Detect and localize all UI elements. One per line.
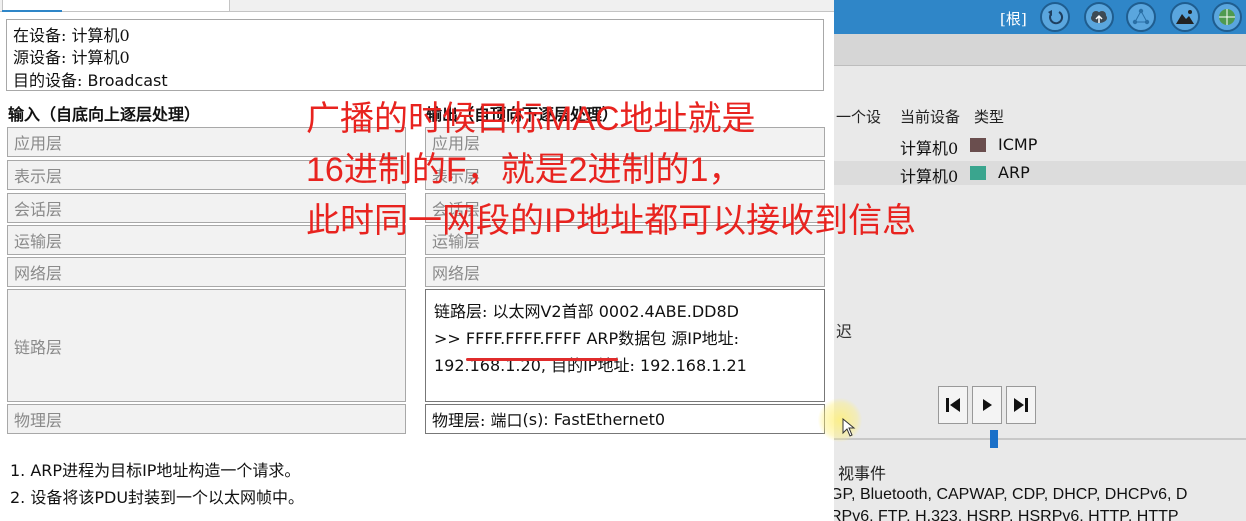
at-device-value: 计算机0: [71, 26, 130, 45]
ip-label: IP: [687, 329, 702, 348]
out-layer-link[interactable]: 链路层: 以太网V2首部 0002.4ABE.DD8D >> FFFF.FFFF…: [425, 289, 825, 402]
mouse-cursor-icon: [842, 418, 856, 437]
out-layer-presentation[interactable]: 表示层: [425, 160, 825, 190]
playback-controls: [938, 386, 1036, 426]
out-layer-transport[interactable]: 运输层: [425, 225, 825, 255]
out-layer-physical[interactable]: 物理层: 端口 (s): FastEthernet0: [425, 404, 825, 434]
source-device-label: 源设备:: [13, 48, 67, 67]
speed-slider-thumb[interactable]: [990, 430, 998, 448]
link-layer-label: 链路层: 以太网: [434, 302, 541, 321]
packet-label: 数据包 源: [618, 329, 688, 348]
physical-layer-label: 物理层: 端口: [432, 411, 523, 430]
event-row[interactable]: 计算机0 ICMP: [834, 133, 1246, 158]
event-type: ARP: [998, 163, 1030, 182]
event-color-swatch: [970, 166, 986, 180]
dest-device-label: 目的设备:: [13, 71, 83, 90]
address-label: 地址:: [701, 329, 740, 348]
forward-step-button[interactable]: [1006, 386, 1036, 424]
device-info-box: 在设备: 计算机0 源设备: 计算机0 目的设备: Broadcast: [6, 19, 824, 91]
play-button[interactable]: [972, 386, 1002, 424]
link-dest-line: >> FFFF.FFFF.FFFF ARP数据包 源IP地址:: [434, 325, 816, 352]
event-filter-list[interactable]: GP, Bluetooth, CAPWAP, CDP, DHCP, DHCPv6…: [834, 486, 1187, 504]
at-device-line: 在设备: 计算机0: [13, 22, 130, 46]
mountain-image-icon[interactable]: [1170, 2, 1200, 32]
source-mac: 0002.4ABE.DD8D: [598, 302, 739, 321]
simulation-panel: [根] 一个设 当前设备 类型 计算机0 ICMP 计算机0 ARP 迟 视事件…: [834, 0, 1246, 521]
in-layer-presentation[interactable]: 表示层: [7, 160, 406, 190]
event-row[interactable]: 计算机0 ARP: [834, 161, 1246, 186]
out-layers-header: 输出（自顶向下逐层处理）: [426, 105, 619, 124]
description-step-1: 1. ARP进程为目标IP地址构造一个请求。: [10, 461, 301, 480]
pdu-info-dialog: 在设备: 计算机0 源设备: 计算机0 目的设备: Broadcast 输入（自…: [0, 0, 834, 521]
description-step-2: 2. 设备将该PDU封装到一个以太网帧中。: [10, 488, 305, 507]
dest-device-value: Broadcast: [87, 71, 168, 90]
physical-port: (s): FastEthernet0: [522, 409, 666, 429]
col-last-device[interactable]: 一个设: [836, 106, 881, 127]
event-filter-title: 视事件: [838, 464, 887, 483]
link-header-line: 链路层: 以太网V2首部 0002.4ABE.DD8D: [434, 298, 816, 325]
in-layer-session[interactable]: 会话层: [7, 193, 406, 223]
dest-ip: 192.168.1.21: [639, 356, 747, 375]
delay-label: 迟: [836, 322, 853, 341]
back-step-button[interactable]: [938, 386, 968, 424]
skip-back-icon: [946, 398, 960, 412]
play-icon: [983, 399, 992, 411]
dest-mac-broadcast: FFFF.FFFF.FFFF: [465, 329, 582, 348]
speed-slider-track[interactable]: [834, 438, 1246, 440]
source-device-line: 源设备: 计算机0: [13, 44, 130, 68]
protocol-label: ARP: [586, 329, 619, 348]
col-type[interactable]: 类型: [974, 106, 1004, 127]
in-layer-network[interactable]: 网络层: [7, 257, 406, 287]
source-device-value: 计算机0: [71, 48, 130, 67]
event-type: ICMP: [998, 135, 1038, 154]
header-label: 首部: [561, 302, 594, 321]
arrow-prefix: >>: [434, 329, 461, 348]
in-layer-physical[interactable]: 物理层: [7, 404, 406, 434]
out-layer-application[interactable]: 应用层: [425, 127, 825, 157]
in-layer-link[interactable]: 链路层: [7, 289, 406, 402]
tab-indicator: [2, 10, 62, 12]
dest-device-line: 目的设备: Broadcast: [13, 67, 168, 91]
skip-forward-icon: [1014, 398, 1028, 412]
link-ip-line: 192.168.1.20, 目的IP地址: 192.168.1.21: [434, 352, 816, 379]
panel-strip: [834, 34, 1246, 66]
ethernet-version: V2: [540, 302, 562, 321]
tab-strip: [0, 0, 834, 12]
globe-icon[interactable]: [1212, 2, 1242, 32]
annotation-underline: [466, 358, 618, 361]
in-layer-application[interactable]: 应用层: [7, 127, 406, 157]
network-cluster-icon[interactable]: [1126, 2, 1156, 32]
out-layer-network[interactable]: 网络层: [425, 257, 825, 287]
in-layers-header: 输入（自底向上逐层处理）: [8, 105, 201, 124]
in-layer-transport[interactable]: 运输层: [7, 225, 406, 255]
col-current-device[interactable]: 当前设备: [900, 106, 960, 127]
back-icon[interactable]: [1040, 2, 1070, 32]
event-color-swatch: [970, 138, 986, 152]
at-device-label: 在设备:: [13, 26, 67, 45]
simulation-toolbar: [根]: [834, 0, 1246, 34]
event-device: 计算机0: [900, 167, 959, 186]
event-device: 计算机0: [900, 139, 959, 158]
cloud-upload-icon[interactable]: [1084, 2, 1114, 32]
event-filter-list[interactable]: RPv6, FTP, H.323, HSRP, HSRPv6, HTTP, HT…: [834, 508, 1179, 521]
out-layer-session[interactable]: 会话层: [425, 193, 825, 223]
root-label[interactable]: [根]: [1000, 8, 1027, 29]
